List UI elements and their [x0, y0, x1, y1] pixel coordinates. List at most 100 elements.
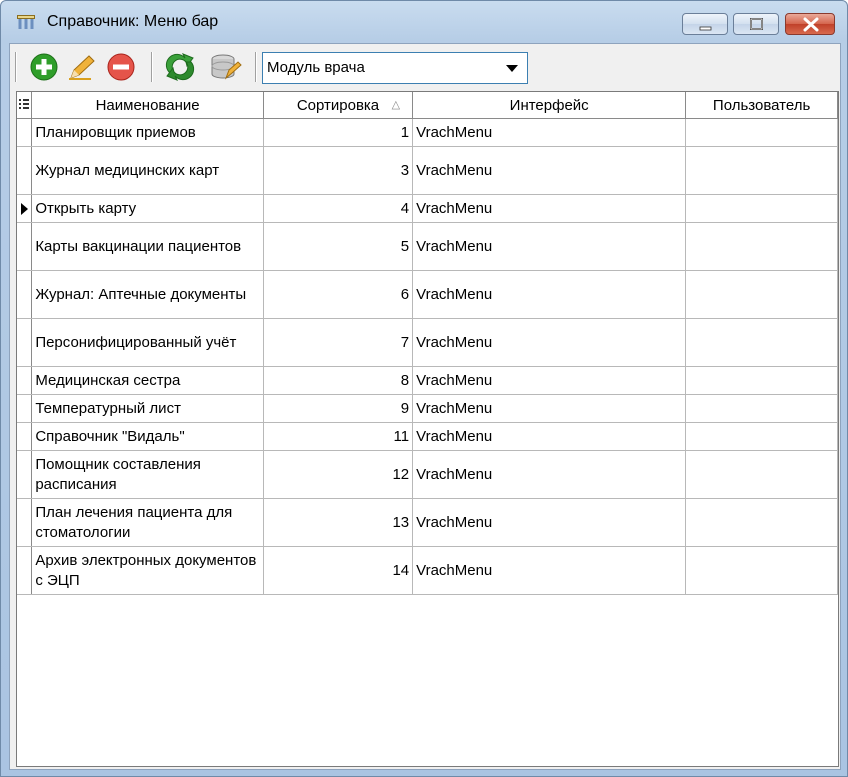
cell-interface[interactable]: VrachMenu [412, 450, 687, 499]
cell-sort[interactable]: 13 [262, 498, 414, 547]
database-icon[interactable] [208, 52, 242, 82]
cell-sort[interactable]: 4 [262, 194, 414, 223]
minimize-icon [699, 26, 712, 31]
cell-sort[interactable]: 12 [262, 450, 414, 499]
cell-user[interactable] [685, 222, 838, 271]
app-window: Справочник: Меню бар Модуль врача Наимен… [0, 0, 848, 777]
cell-name[interactable]: Планировщик приемов [31, 118, 264, 147]
cell-user[interactable] [685, 498, 838, 547]
cell-name[interactable]: Персонифицированный учёт [31, 318, 264, 367]
toolbar-separator [151, 52, 153, 82]
module-select-value: Модуль врача [267, 59, 365, 76]
table-row[interactable]: Медицинская сестра 8 VrachMenu [17, 366, 838, 395]
column-header-sort[interactable]: Сортировка △ [262, 92, 414, 119]
column-chooser-icon [19, 99, 30, 109]
column-header-interface[interactable]: Интерфейс [412, 92, 687, 119]
row-indicator[interactable] [17, 546, 33, 595]
edit-icon[interactable] [65, 52, 99, 82]
row-indicator[interactable] [17, 498, 33, 547]
table-row[interactable]: Журнал медицинских карт 3 VrachMenu [17, 146, 838, 195]
table-row[interactable]: Открыть карту 4 VrachMenu [17, 194, 838, 223]
cell-name[interactable]: Медицинская сестра [31, 366, 264, 395]
cell-sort[interactable]: 5 [262, 222, 414, 271]
table-header-row: Наименование Сортировка △ Интерфейс Поль… [17, 92, 838, 119]
row-indicator[interactable] [17, 366, 33, 395]
cell-user[interactable] [685, 146, 838, 195]
cell-sort[interactable]: 9 [262, 394, 414, 423]
cell-sort[interactable]: 14 [262, 546, 414, 595]
title-bar[interactable]: Справочник: Меню бар [1, 1, 847, 43]
row-indicator[interactable] [17, 318, 33, 367]
cell-user[interactable] [685, 546, 838, 595]
cell-name[interactable]: Справочник "Видаль" [31, 422, 264, 451]
cell-sort[interactable]: 7 [262, 318, 414, 367]
cell-name[interactable]: Помощник составления расписания [31, 450, 264, 499]
module-select[interactable]: Модуль врача [262, 52, 528, 84]
add-icon[interactable] [27, 52, 61, 82]
client-area: Модуль врача Наименование Сортировка △ И… [9, 43, 841, 770]
minimize-button[interactable] [682, 13, 728, 35]
data-grid[interactable]: Наименование Сортировка △ Интерфейс Поль… [16, 91, 839, 767]
cell-name[interactable]: Журнал медицинских карт [31, 146, 264, 195]
table-row[interactable]: Температурный лист 9 VrachMenu [17, 394, 838, 423]
toolbar-separator [255, 52, 257, 82]
row-indicator[interactable] [17, 270, 33, 319]
cell-user[interactable] [685, 394, 838, 423]
cell-user[interactable] [685, 118, 838, 147]
cell-interface[interactable]: VrachMenu [412, 366, 687, 395]
table-row[interactable]: Персонифицированный учёт 7 VrachMenu [17, 318, 838, 367]
cell-interface[interactable]: VrachMenu [412, 394, 687, 423]
table-row[interactable]: План лечения пациента для стоматологии 13… [17, 498, 838, 547]
row-indicator[interactable] [17, 394, 33, 423]
row-indicator[interactable] [17, 222, 33, 271]
data-table: Наименование Сортировка △ Интерфейс Поль… [17, 92, 838, 595]
table-row[interactable]: Планировщик приемов 1 VrachMenu [17, 118, 838, 147]
table-row[interactable]: Помощник составления расписания 12 VrachMe… [17, 450, 838, 499]
column-header-name[interactable]: Наименование [31, 92, 264, 119]
cell-user[interactable] [685, 194, 838, 223]
cell-name[interactable]: Карты вакцинации пациентов [31, 222, 264, 271]
delete-icon[interactable] [104, 52, 138, 82]
cell-interface[interactable]: VrachMenu [412, 194, 687, 223]
cell-interface[interactable]: VrachMenu [412, 270, 687, 319]
cell-sort[interactable]: 1 [262, 118, 414, 147]
cell-interface[interactable]: VrachMenu [412, 422, 687, 451]
cell-name[interactable]: Архив электронных документов с ЭЦП [31, 546, 264, 595]
cell-name[interactable]: План лечения пациента для стоматологии [31, 498, 264, 547]
cell-interface[interactable]: VrachMenu [412, 498, 687, 547]
cell-name[interactable]: Температурный лист [31, 394, 264, 423]
close-button[interactable] [785, 13, 835, 35]
sort-ascending-icon: △ [391, 99, 401, 111]
table-row[interactable]: Журнал: Аптечные документы 6 VrachMenu [17, 270, 838, 319]
cell-user[interactable] [685, 366, 838, 395]
cell-sort[interactable]: 3 [262, 146, 414, 195]
row-indicator[interactable] [17, 422, 33, 451]
cell-interface[interactable]: VrachMenu [412, 546, 687, 595]
cell-interface[interactable]: VrachMenu [412, 222, 687, 271]
cell-sort[interactable]: 6 [262, 270, 414, 319]
cell-sort[interactable]: 8 [262, 366, 414, 395]
row-indicator[interactable] [17, 450, 33, 499]
cell-name[interactable]: Открыть карту [31, 194, 264, 223]
window-title: Справочник: Меню бар [47, 13, 219, 30]
cell-name[interactable]: Журнал: Аптечные документы [31, 270, 264, 319]
cell-sort[interactable]: 11 [262, 422, 414, 451]
refresh-icon[interactable] [163, 52, 197, 82]
column-header-user[interactable]: Пользователь [685, 92, 838, 119]
maximize-button[interactable] [733, 13, 779, 35]
table-row[interactable]: Архив электронных документов с ЭЦП 14 Vrac… [17, 546, 838, 595]
column-chooser-button[interactable] [17, 92, 33, 119]
row-indicator[interactable] [17, 146, 33, 195]
cell-user[interactable] [685, 422, 838, 451]
row-indicator[interactable] [17, 194, 33, 223]
table-row[interactable]: Справочник "Видаль" 11 VrachMenu [17, 422, 838, 451]
chevron-down-icon[interactable] [501, 57, 523, 79]
cell-user[interactable] [685, 318, 838, 367]
row-indicator[interactable] [17, 118, 33, 147]
cell-user[interactable] [685, 270, 838, 319]
cell-interface[interactable]: VrachMenu [412, 118, 687, 147]
cell-user[interactable] [685, 450, 838, 499]
table-row[interactable]: Карты вакцинации пациентов 5 VrachMenu [17, 222, 838, 271]
cell-interface[interactable]: VrachMenu [412, 318, 687, 367]
cell-interface[interactable]: VrachMenu [412, 146, 687, 195]
